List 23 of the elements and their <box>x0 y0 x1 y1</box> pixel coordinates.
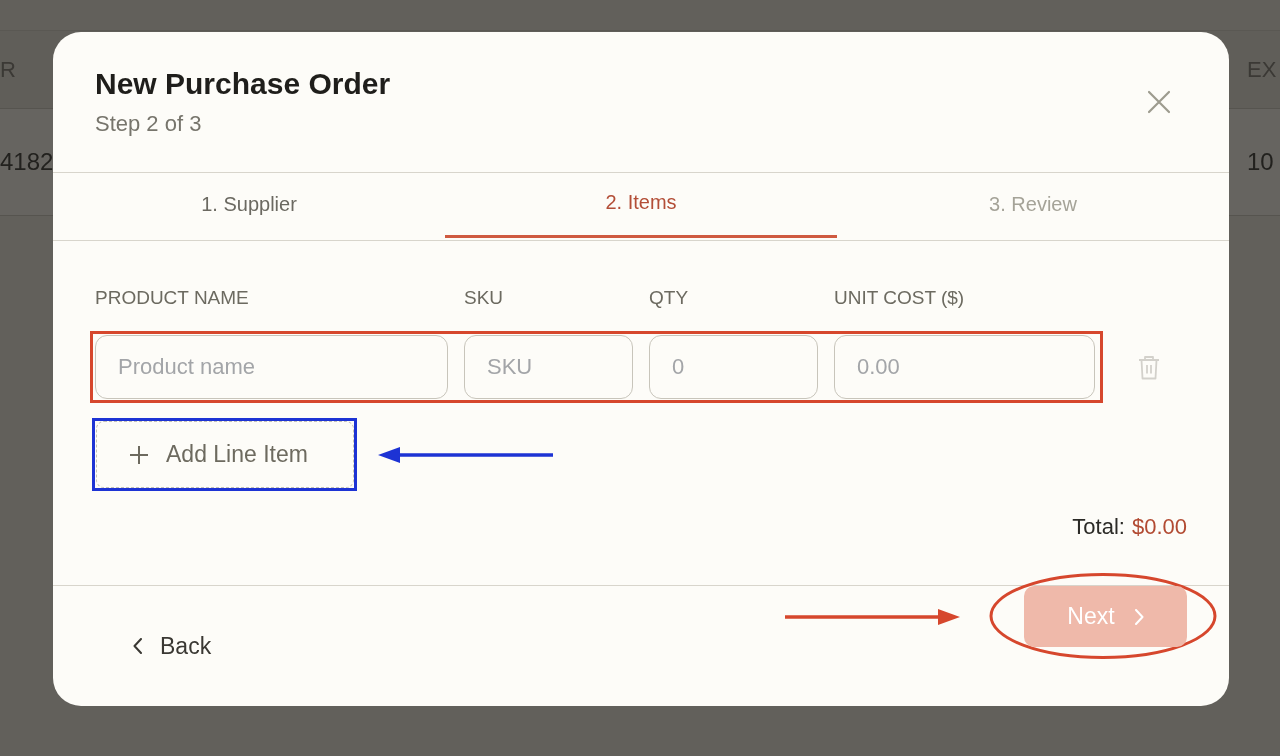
total-label: Total: <box>1072 514 1125 540</box>
back-button[interactable]: Back <box>123 624 222 668</box>
chevron-right-icon <box>1134 608 1144 625</box>
column-header: SKU <box>464 287 505 309</box>
table-cell-text: 10 <box>1247 148 1275 176</box>
trash-icon[interactable] <box>1138 354 1160 380</box>
plus-icon <box>130 445 148 464</box>
step-subtitle: Step 2 of 3 <box>95 110 203 138</box>
input-field[interactable]: Product name <box>95 335 448 399</box>
add-line-item-button[interactable]: Add Line Item <box>96 421 354 488</box>
total-amount: $0.00 <box>1131 514 1187 540</box>
column-header: QTY <box>649 287 690 309</box>
column-header: PRODUCT NAME <box>95 287 250 309</box>
input-field[interactable]: 0 <box>649 335 818 399</box>
step-tab[interactable]: 1. Supplier <box>53 173 445 238</box>
dialog-title: New Purchase Order <box>95 66 391 102</box>
input-field[interactable]: SKU <box>464 335 633 399</box>
input-field[interactable]: 0.00 <box>834 335 1095 399</box>
step-tab[interactable]: 2. Items <box>445 173 837 238</box>
table-cell: 4182 <box>0 148 54 176</box>
column-header: UNIT COST ($) <box>834 287 966 309</box>
chevron-left-icon <box>133 638 142 654</box>
close-icon[interactable] <box>1147 90 1171 114</box>
